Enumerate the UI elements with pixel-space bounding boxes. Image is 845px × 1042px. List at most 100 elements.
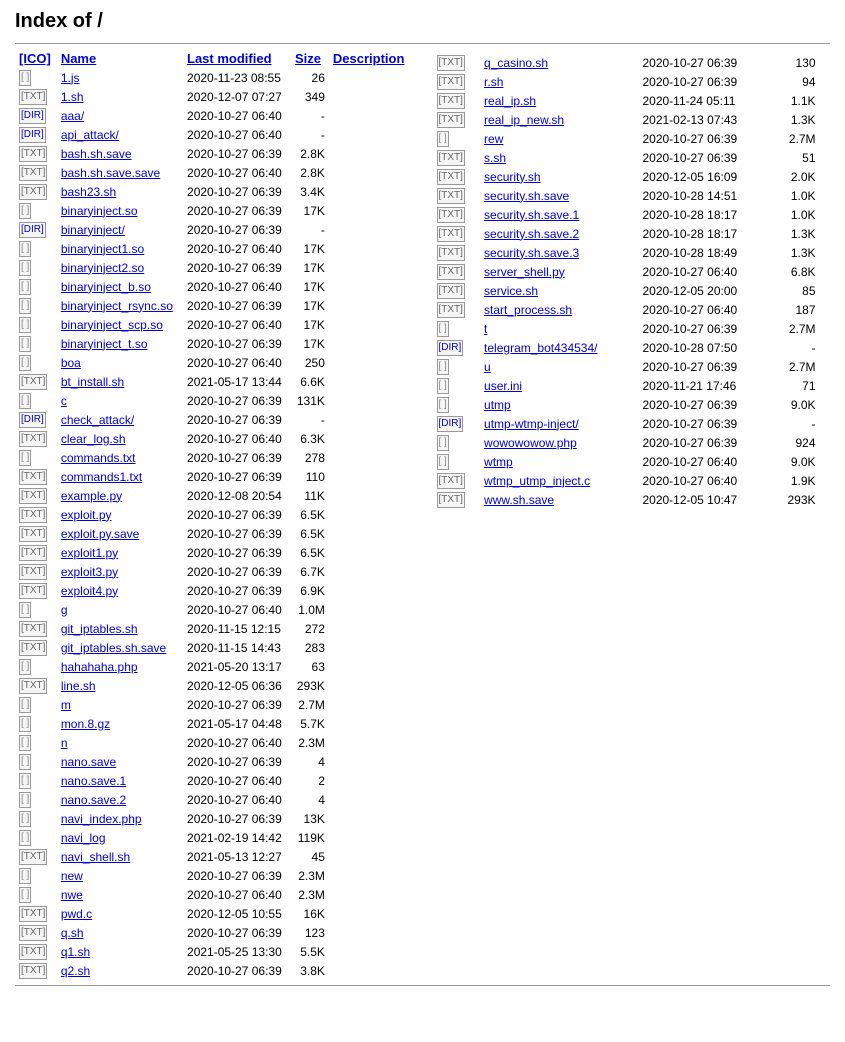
file-name[interactable]: git_iptables.sh.save [57, 638, 183, 657]
file-name[interactable]: security.sh.save.2 [480, 224, 638, 243]
file-name[interactable]: navi_index.php [57, 809, 183, 828]
file-name[interactable]: binaryinject2.so [57, 258, 183, 277]
file-name[interactable]: telegram_bot434534/ [480, 338, 638, 357]
file-name[interactable]: bash.sh.save [57, 144, 183, 163]
file-link[interactable]: aaa/ [61, 109, 84, 123]
file-link[interactable]: t [484, 322, 487, 336]
file-link[interactable]: new [61, 869, 83, 883]
file-link[interactable]: exploit.py.save [61, 527, 140, 541]
file-name[interactable]: q2.sh [57, 961, 183, 980]
file-link[interactable]: mon.8.gz [61, 717, 110, 731]
file-link[interactable]: utmp-wtmp-inject/ [484, 417, 579, 431]
file-link[interactable]: security.sh.save [484, 189, 569, 203]
file-link[interactable]: check_attack/ [61, 413, 134, 427]
file-name[interactable]: server_shell.py [480, 262, 638, 281]
size-header-link[interactable]: Size [295, 51, 321, 66]
file-link[interactable]: bash23.sh [61, 185, 116, 199]
file-name[interactable]: q1.sh [57, 942, 183, 961]
file-name[interactable]: navi_log [57, 828, 183, 847]
file-link[interactable]: binaryinject_b.so [61, 280, 151, 294]
file-name[interactable]: c [57, 391, 183, 410]
desc-header-link[interactable]: Description [333, 51, 405, 66]
file-link[interactable]: wtmp_utmp_inject.c [484, 474, 590, 488]
file-name[interactable]: commands1.txt [57, 467, 183, 486]
file-link[interactable]: q2.sh [61, 964, 90, 978]
file-name[interactable]: exploit4.py [57, 581, 183, 600]
file-link[interactable]: binaryinject/ [61, 223, 125, 237]
file-name[interactable]: start_process.sh [480, 300, 638, 319]
file-name[interactable]: check_attack/ [57, 410, 183, 429]
file-link[interactable]: commands1.txt [61, 470, 142, 484]
file-name[interactable]: u [480, 357, 638, 376]
file-name[interactable]: example.py [57, 486, 183, 505]
file-link[interactable]: navi_log [61, 831, 106, 845]
file-name[interactable]: binaryinject.so [57, 201, 183, 220]
file-link[interactable]: exploit4.py [61, 584, 118, 598]
file-name[interactable]: binaryinject1.so [57, 239, 183, 258]
file-link[interactable]: utmp [484, 398, 511, 412]
file-link[interactable]: service.sh [484, 284, 538, 298]
file-link[interactable]: c [61, 394, 67, 408]
ico-header-link[interactable]: [ICO] [19, 51, 51, 66]
file-link[interactable]: example.py [61, 489, 122, 503]
file-name[interactable]: bash23.sh [57, 182, 183, 201]
file-link[interactable]: exploit3.py [61, 565, 118, 579]
file-link[interactable]: q_casino.sh [484, 56, 548, 70]
file-name[interactable]: security.sh.save [480, 186, 638, 205]
file-link[interactable]: real_ip_new.sh [484, 113, 564, 127]
file-link[interactable]: binaryinject_scp.so [61, 318, 163, 332]
file-link[interactable]: r.sh [484, 75, 503, 89]
file-name[interactable]: r.sh [480, 72, 638, 91]
file-name[interactable]: q_casino.sh [480, 53, 638, 72]
file-link[interactable]: clear_log.sh [61, 432, 126, 446]
file-link[interactable]: bash.sh.save [61, 147, 132, 161]
file-link[interactable]: bash.sh.save.save [61, 166, 160, 180]
file-link[interactable]: rew [484, 132, 503, 146]
file-name[interactable]: navi_shell.sh [57, 847, 183, 866]
file-link[interactable]: g [61, 603, 68, 617]
file-link[interactable]: nano.save [61, 755, 116, 769]
file-link[interactable]: 1.sh [61, 90, 84, 104]
file-link[interactable]: exploit.py [61, 508, 112, 522]
file-link[interactable]: binaryinject2.so [61, 261, 144, 275]
file-link[interactable]: security.sh.save.3 [484, 246, 579, 260]
file-name[interactable]: q.sh [57, 923, 183, 942]
file-link[interactable]: telegram_bot434534/ [484, 341, 597, 355]
file-name[interactable]: exploit1.py [57, 543, 183, 562]
file-name[interactable]: wtmp [480, 452, 638, 471]
file-link[interactable]: real_ip.sh [484, 94, 536, 108]
file-name[interactable]: real_ip.sh [480, 91, 638, 110]
file-name[interactable]: aaa/ [57, 106, 183, 125]
file-name[interactable]: hahahaha.php [57, 657, 183, 676]
file-link[interactable]: binaryinject1.so [61, 242, 144, 256]
file-name[interactable]: clear_log.sh [57, 429, 183, 448]
file-name[interactable]: nano.save.1 [57, 771, 183, 790]
file-link[interactable]: 1.js [61, 71, 80, 85]
file-name[interactable]: n [57, 733, 183, 752]
file-link[interactable]: api_attack/ [61, 128, 119, 142]
file-link[interactable]: u [484, 360, 491, 374]
file-link[interactable]: nwe [61, 888, 83, 902]
file-name[interactable]: 1.js [57, 68, 183, 87]
file-name[interactable]: binaryinject_t.so [57, 334, 183, 353]
file-link[interactable]: git_iptables.sh.save [61, 641, 166, 655]
file-link[interactable]: hahahaha.php [61, 660, 138, 674]
file-name[interactable]: binaryinject_b.so [57, 277, 183, 296]
file-link[interactable]: navi_index.php [61, 812, 142, 826]
file-name[interactable]: pwd.c [57, 904, 183, 923]
file-link[interactable]: binaryinject_rsync.so [61, 299, 173, 313]
name-header-link[interactable]: Name [61, 51, 96, 66]
file-link[interactable]: user.ini [484, 379, 522, 393]
file-link[interactable]: pwd.c [61, 907, 92, 921]
file-name[interactable]: utmp-wtmp-inject/ [480, 414, 638, 433]
file-name[interactable]: git_iptables.sh [57, 619, 183, 638]
file-name[interactable]: nano.save [57, 752, 183, 771]
file-name[interactable]: binaryinject_rsync.so [57, 296, 183, 315]
file-name[interactable]: 1.sh [57, 87, 183, 106]
file-name[interactable]: boa [57, 353, 183, 372]
file-link[interactable]: q1.sh [61, 945, 90, 959]
file-name[interactable]: www.sh.save [480, 490, 638, 509]
file-name[interactable]: bt_install.sh [57, 372, 183, 391]
file-name[interactable]: wowowowow.php [480, 433, 638, 452]
file-link[interactable]: www.sh.save [484, 493, 554, 507]
